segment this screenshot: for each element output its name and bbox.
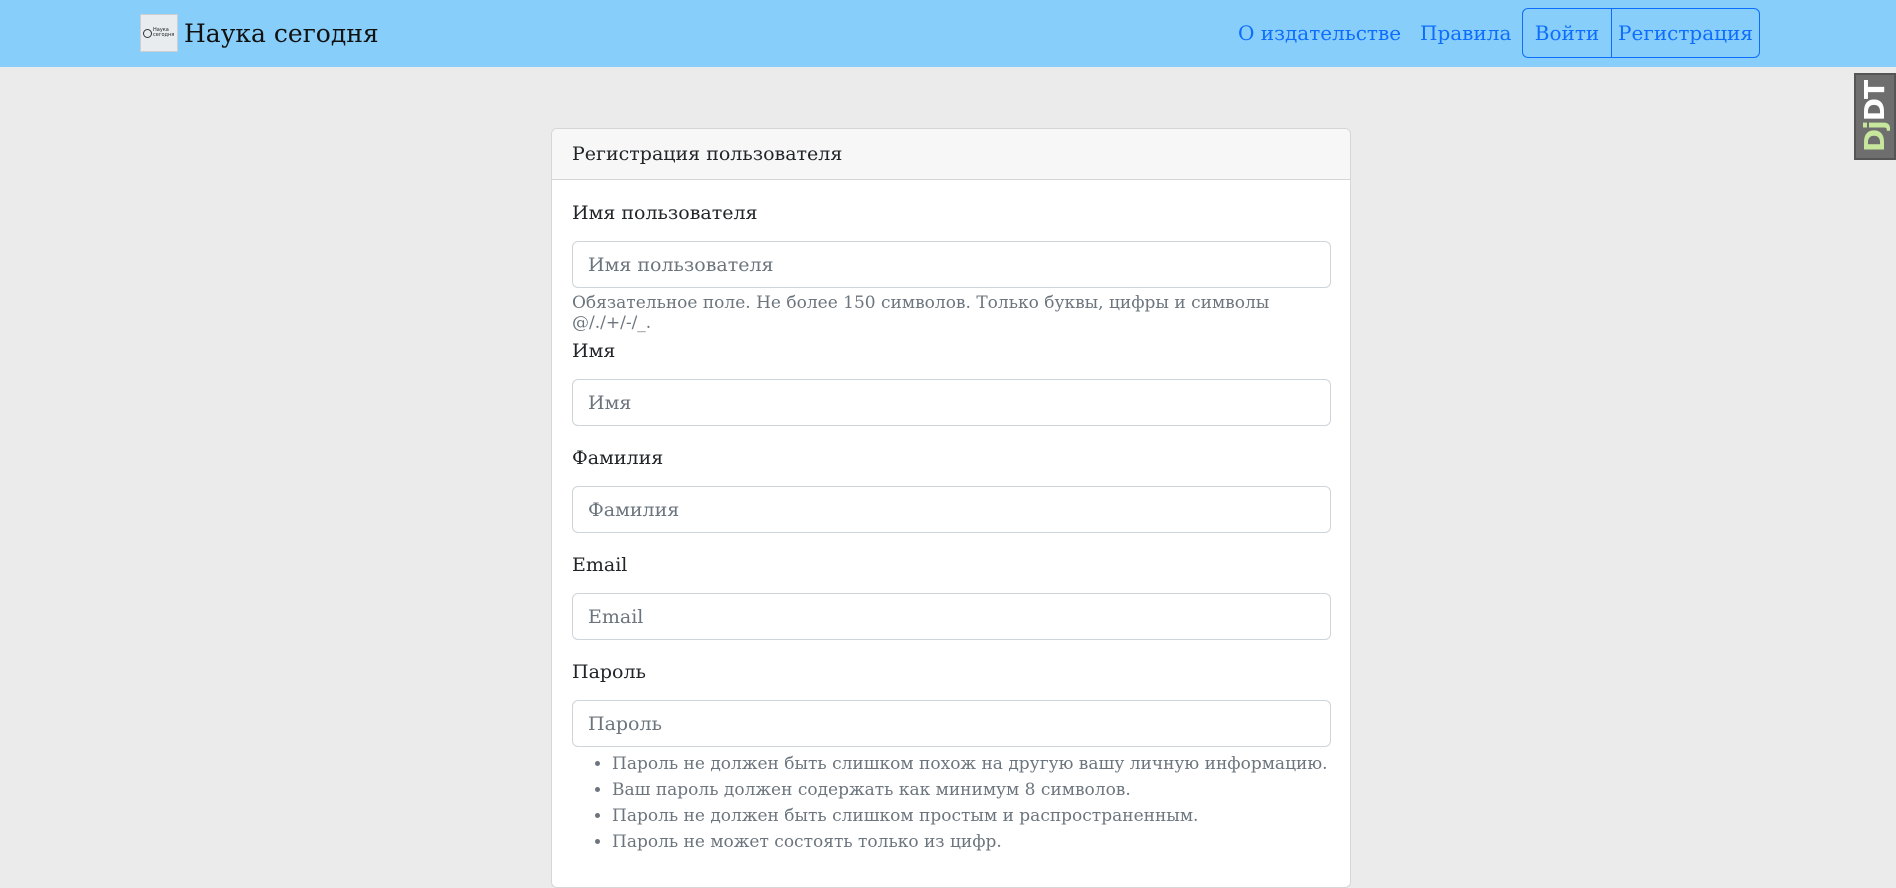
brand-link[interactable]: Наука сегодня Наука сегодня bbox=[140, 14, 379, 52]
brand-title: Наука сегодня bbox=[184, 18, 379, 48]
first-name-label: Имя bbox=[572, 340, 616, 362]
auth-button-group: Войти Регистрация bbox=[1522, 8, 1760, 58]
username-label: Имя пользователя bbox=[572, 202, 758, 224]
debug-toolbar-handle[interactable]: DjDT bbox=[1854, 73, 1896, 160]
email-input[interactable] bbox=[572, 593, 1331, 640]
brand-logo: Наука сегодня bbox=[140, 14, 178, 52]
username-input[interactable] bbox=[572, 241, 1331, 288]
registration-card: Регистрация пользователя Имя пользовател… bbox=[551, 128, 1351, 888]
register-button[interactable]: Регистрация bbox=[1611, 8, 1760, 58]
debug-toolbar-dj: Dj bbox=[1858, 121, 1892, 153]
brand-logo-text: Наука сегодня bbox=[153, 27, 175, 38]
top-navbar: Наука сегодня Наука сегодня О издательст… bbox=[0, 0, 1896, 67]
username-help-text: Обязательное поле. Не более 150 символов… bbox=[572, 293, 1270, 333]
login-button[interactable]: Войти bbox=[1522, 8, 1612, 58]
password-input[interactable] bbox=[572, 700, 1331, 747]
email-label: Email bbox=[572, 554, 628, 576]
password-label: Пароль bbox=[572, 661, 646, 683]
card-header: Регистрация пользователя bbox=[552, 129, 1350, 180]
password-help-item: Пароль не должен быть слишком простым и … bbox=[612, 803, 1328, 829]
last-name-label: Фамилия bbox=[572, 447, 664, 469]
debug-toolbar-logo: DjDT bbox=[1859, 81, 1892, 152]
nav-link-rules[interactable]: Правила bbox=[1420, 20, 1511, 46]
debug-toolbar-dt: DT bbox=[1858, 80, 1892, 122]
logo-emblem-icon bbox=[143, 28, 152, 38]
nav-link-about[interactable]: О издательстве bbox=[1238, 20, 1401, 46]
password-help-item: Пароль не должен быть слишком похож на д… bbox=[612, 751, 1328, 777]
password-help-item: Ваш пароль должен содержать как минимум … bbox=[612, 777, 1328, 803]
password-help-item: Пароль не может состоять только из цифр. bbox=[612, 829, 1328, 855]
password-help-list: Пароль не должен быть слишком похож на д… bbox=[572, 751, 1328, 855]
last-name-input[interactable] bbox=[572, 486, 1331, 533]
first-name-input[interactable] bbox=[572, 379, 1331, 426]
